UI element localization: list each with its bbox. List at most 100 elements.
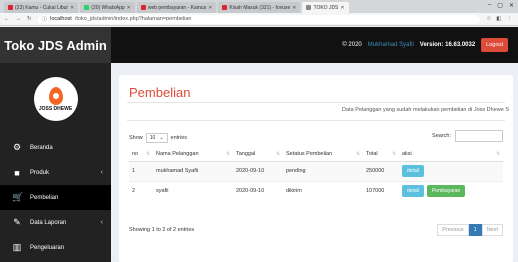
drop-icon (48, 86, 63, 105)
cell-tanggal: 2020-09-10 (233, 160, 283, 181)
column-header-status[interactable]: Setatus Pembelian ⇅ (283, 147, 363, 162)
pagination: Previous 1 Next (437, 224, 503, 236)
cell-no: 1 (129, 160, 153, 181)
sort-icon: ⇅ (226, 150, 230, 156)
browser-tab-strip: (23) Kamu - Cukai Libur ✕ (20) WhatsApp ✕ … (0, 0, 518, 13)
sidebar-item-label: Produk (30, 169, 50, 176)
brand-logo: JOSS DHEWE (33, 77, 78, 121)
box-icon: ■ (14, 167, 20, 178)
close-icon[interactable]: ✕ (292, 5, 296, 11)
browser-tab[interactable]: (20) WhatsApp ✕ (80, 2, 135, 13)
owner-name: Mukhamad Syafii (367, 42, 414, 48)
cell-aksi: detail Pembayaran (399, 180, 503, 201)
brand-area: JOSS DHEWE (0, 63, 111, 135)
copyright-text: © 2020 (342, 42, 362, 48)
app-logo[interactable]: Toko JDS Admin (0, 27, 111, 63)
minimize-icon[interactable]: – (488, 2, 491, 9)
browser-tab[interactable]: (23) Kamu - Cukai Libur ✕ (4, 2, 79, 13)
column-header-aksi[interactable]: aksi ⇅ (399, 147, 503, 162)
table-header-row: no ⇅ Nama Pelanggan ⇅ Tanggal ⇅ Setatus Pem… (129, 147, 503, 162)
next-button[interactable]: Next (481, 224, 503, 236)
address-bar-row: ← → ↻ ⓘ localhost/toko_jds/admin/index.p… (0, 13, 518, 26)
pembayaran-button[interactable]: Pembayaran (426, 185, 466, 198)
favicon-icon (140, 5, 146, 10)
cell-total: 250000 (363, 160, 399, 181)
sidebar-item-label: Beranda (30, 144, 53, 151)
entries-select[interactable]: 10 ⌄ (145, 133, 168, 143)
browser-actions: ☆ ◧ ⋮ (486, 16, 512, 22)
info-icon: ⓘ (41, 17, 48, 23)
purchase-table: no ⇅ Nama Pelanggan ⇅ Tanggal ⇅ Setatus Pem… (129, 147, 503, 201)
menu-icon[interactable]: ⋮ (507, 16, 513, 22)
column-header-total[interactable]: Total ⇅ (363, 147, 399, 162)
cart-icon: 🛒 (12, 192, 24, 202)
close-icon[interactable]: ✕ (70, 5, 74, 11)
detail-button[interactable]: detail (402, 165, 424, 177)
previous-button[interactable]: Previous (437, 224, 469, 236)
forward-icon[interactable]: → (16, 16, 22, 22)
sidebar-item-data-laporan[interactable]: ✎ Data Laporan ‹ (0, 210, 111, 235)
detail-button[interactable]: detail (402, 185, 424, 198)
logout-button[interactable]: Logout (481, 38, 508, 52)
page-1-button[interactable]: 1 (468, 224, 482, 236)
reload-icon[interactable]: ↻ (27, 16, 32, 22)
cell-status: dikirim (283, 180, 363, 201)
favicon-icon (84, 5, 90, 10)
window-controls: – ▢ ✕ (488, 2, 514, 9)
url-host: localhost (50, 16, 72, 22)
sidebar-item-label: Pembelian (30, 194, 59, 201)
sort-icon: ⇅ (392, 150, 396, 156)
notice-text: Data Pelanggan yang sudah melakukan pemb… (342, 107, 509, 113)
favicon-icon (222, 5, 228, 10)
sort-icon: ⇅ (276, 150, 280, 156)
cell-total: 107000 (363, 180, 399, 201)
close-icon[interactable]: ✕ (340, 5, 344, 11)
search-input[interactable] (455, 130, 503, 142)
back-icon[interactable]: ← (4, 16, 10, 22)
search-area: Search: (432, 130, 503, 142)
sidebar-item-produk[interactable]: ■ Produk ‹ (0, 160, 111, 185)
close-icon[interactable]: ✕ (127, 5, 131, 11)
edit-icon: ✎ (13, 217, 21, 227)
browser-tab[interactable]: web pembayaran - Kamus ✕ (136, 2, 217, 13)
entries-label: entries (170, 135, 188, 141)
column-header-tanggal[interactable]: Tanggal ⇅ (233, 147, 283, 162)
cell-tanggal: 2020-09-10 (233, 180, 283, 201)
show-label: Show (129, 135, 143, 141)
table-row: 2 syafii 2020-09-10 dikirim 107000 detai… (129, 180, 503, 201)
chevron-left-icon: ‹ (100, 169, 103, 176)
extension-icon[interactable]: ◧ (496, 16, 501, 22)
cell-nama: syafii (153, 180, 233, 201)
sidebar-item-pengeluaran[interactable]: ▥ Pengeluaran (0, 235, 111, 260)
url-path: /toko_jds/admin/index.php?halaman=pembel… (74, 16, 192, 22)
browser-tab[interactable]: Kisah Masuk (321) - fovuxe ✕ (218, 2, 301, 13)
sidebar-item-label: Data Laporan (30, 219, 67, 226)
maximize-icon[interactable]: ▢ (497, 2, 503, 9)
sort-icon: ⇅ (356, 150, 360, 156)
search-label: Search: (432, 133, 451, 139)
navbar-right: © 2020 Mukhamad Syafii Version: 16.63.00… (111, 27, 518, 63)
table-row: 1 mukhamad Syafii 2020-09-10 pending 250… (129, 160, 503, 181)
close-icon[interactable]: ✕ (208, 5, 212, 11)
top-navbar: Toko JDS Admin © 2020 Mukhamad Syafii Ve… (0, 27, 518, 63)
brand-text: JOSS DHEWE (38, 105, 73, 112)
page-title: Pembelian (129, 85, 191, 100)
column-header-no[interactable]: no ⇅ (129, 147, 153, 162)
divider (127, 120, 505, 121)
star-icon[interactable]: ☆ (486, 16, 491, 22)
sidebar-item-label: Pengeluaran (30, 244, 65, 251)
sidebar: JOSS DHEWE ⚙ Beranda ■ Produk ‹ 🛒 Pembel… (0, 63, 111, 262)
favicon-icon (306, 5, 312, 10)
version-text: Version: 16.63.0032 (419, 42, 476, 48)
chevron-down-icon: ⌄ (159, 135, 164, 141)
content-card: Pembelian Data Pelanggan yang sudah mela… (119, 75, 513, 262)
close-window-icon[interactable]: ✕ (509, 2, 514, 9)
show-entries: Show 10 ⌄ entries (129, 133, 187, 143)
url-field[interactable]: ⓘ localhost/toko_jds/admin/index.php?hal… (37, 14, 481, 24)
dashboard-icon: ⚙ (12, 142, 22, 152)
sidebar-item-pembelian[interactable]: 🛒 Pembelian (0, 185, 111, 210)
sidebar-item-beranda[interactable]: ⚙ Beranda (0, 135, 111, 160)
cell-status: pending (283, 160, 363, 181)
column-header-nama[interactable]: Nama Pelanggan ⇅ (153, 147, 233, 162)
browser-tab-active[interactable]: TOKO JDS ✕ (302, 2, 349, 13)
